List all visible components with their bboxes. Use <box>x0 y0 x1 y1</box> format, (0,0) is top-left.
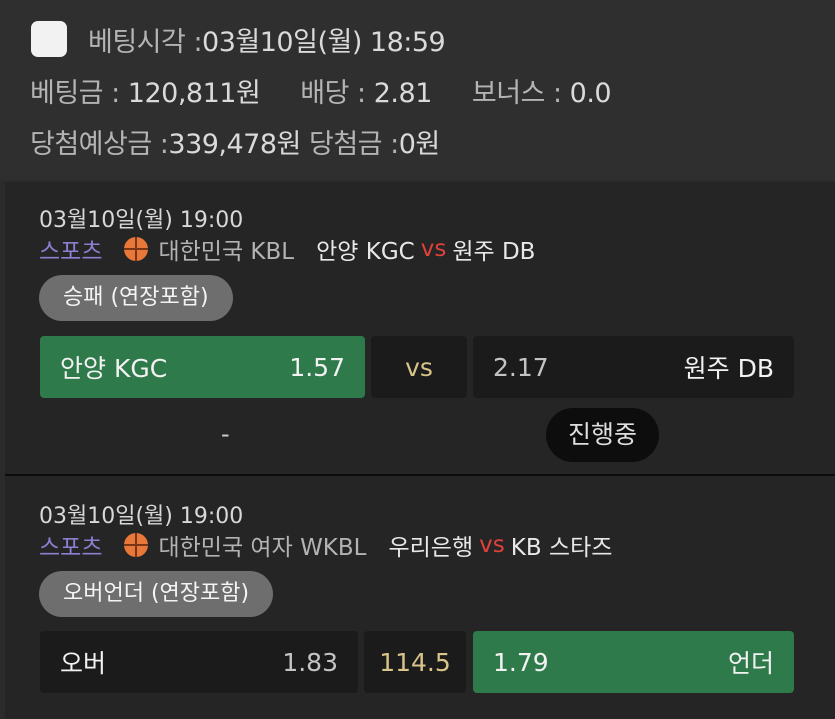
odds-row: 안양 KGC 1.57 vs 2.17 원주 DB <box>40 336 794 398</box>
bet-time-line: 베팅시각 :03월10일(월) 18:59 <box>88 20 446 59</box>
away-odds-name: 원주 DB <box>683 354 774 383</box>
home-odds-button[interactable]: 안양 KGC 1.57 <box>40 336 365 398</box>
bet-time-value: 03월10일(월) 18:59 <box>202 27 446 58</box>
away-team: KB 스타즈 <box>510 535 613 561</box>
bonus-value: 0.0 <box>569 78 612 109</box>
over-odds-button[interactable]: 오버 1.83 <box>40 631 358 693</box>
under-odds-name: 언더 <box>727 649 774 678</box>
match-info: 스포츠 대한민국 KBL 안양 KGC vs 원주 DB <box>39 232 535 266</box>
expected-value: 339,478원 <box>168 129 301 160</box>
match-card: 03월10일(월) 19:00 스포츠 대한민국 KBL 안양 KGC vs 원… <box>5 182 835 474</box>
win-value: 0원 <box>398 129 441 160</box>
league-name: 대한민국 여자 WKBL <box>158 535 367 561</box>
under-odds-value: 1.79 <box>493 647 549 677</box>
odds-row: 오버 1.83 114.5 1.79 언더 <box>40 631 794 693</box>
status-badge: 진행중 <box>546 408 660 462</box>
market-badge[interactable]: 승패 (연장포함) <box>39 275 233 321</box>
odds-value: 2.81 <box>373 78 433 109</box>
payout-line: 당첨예상금 :339,478원 당첨금 :0원 <box>30 122 440 161</box>
result-text: - <box>221 420 230 448</box>
bet-summary: 베팅시각 :03월10일(월) 18:59 베팅금 : 120,811원 배당 :… <box>0 0 835 180</box>
match-info: 스포츠 대한민국 여자 WKBL 우리은행 vs KB 스타즈 <box>39 528 612 562</box>
bet-time-label: 베팅시각 : <box>88 27 203 58</box>
bet-amount-line: 베팅금 : 120,811원 배당 : 2.81 보너스 : 0.0 <box>30 71 612 110</box>
odds-label: 배당 : <box>300 78 366 109</box>
league-name: 대한민국 KBL <box>158 239 295 265</box>
home-team: 우리은행 <box>388 535 474 561</box>
bonus-label: 보너스 : <box>471 78 562 109</box>
home-odds-value: 1.57 <box>289 352 345 382</box>
sport-label: 스포츠 <box>39 535 103 561</box>
market-badge[interactable]: 오버언더 (연장포함) <box>39 571 274 617</box>
win-label: 당첨금 : <box>308 129 399 160</box>
under-odds-button[interactable]: 1.79 언더 <box>473 631 794 693</box>
draw-label: vs <box>405 352 433 382</box>
line-cell: 114.5 <box>364 631 466 693</box>
basketball-icon <box>124 237 149 261</box>
away-team: 원주 DB <box>452 239 536 265</box>
line-value: 114.5 <box>379 647 451 677</box>
home-team: 안양 KGC <box>316 239 415 265</box>
match-date: 03월10일(월) 19:00 <box>39 208 244 233</box>
away-odds-value: 2.17 <box>493 352 549 382</box>
bet-amount-value: 120,811원 <box>127 78 261 109</box>
over-odds-value: 1.83 <box>282 647 338 677</box>
match-card: 03월10일(월) 19:00 스포츠 대한민국 여자 WKBL 우리은행 vs… <box>5 476 835 719</box>
vs-label: vs <box>479 532 505 558</box>
vs-label: vs <box>420 236 447 262</box>
match-date: 03월10일(월) 19:00 <box>39 504 244 529</box>
select-checkbox[interactable] <box>31 21 67 57</box>
bet-amount-label: 베팅금 : <box>30 78 120 109</box>
basketball-icon <box>124 533 149 557</box>
home-odds-name: 안양 KGC <box>60 354 168 383</box>
sport-label: 스포츠 <box>39 239 103 265</box>
expected-label: 당첨예상금 : <box>30 129 169 160</box>
draw-cell: vs <box>371 336 467 398</box>
over-odds-name: 오버 <box>60 649 107 678</box>
away-odds-button[interactable]: 2.17 원주 DB <box>473 336 794 398</box>
